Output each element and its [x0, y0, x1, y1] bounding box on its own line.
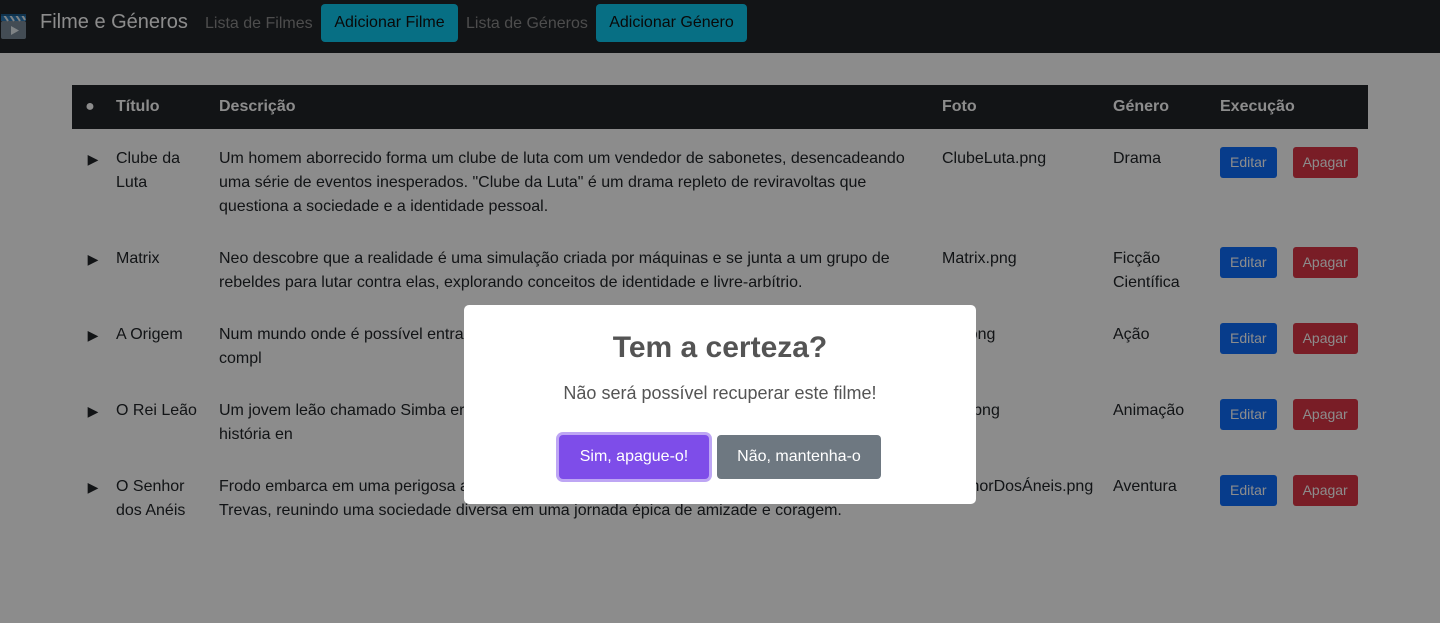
cancel-delete-button[interactable]: Não, mantenha-o — [717, 435, 881, 479]
dialog-title: Tem a certeza? — [612, 331, 828, 364]
confirm-delete-dialog: Tem a certeza? Não será possível recuper… — [464, 305, 976, 504]
confirm-delete-button[interactable]: Sim, apague-o! — [559, 435, 709, 479]
dialog-message: Não será possível recuperar este filme! — [563, 383, 877, 403]
